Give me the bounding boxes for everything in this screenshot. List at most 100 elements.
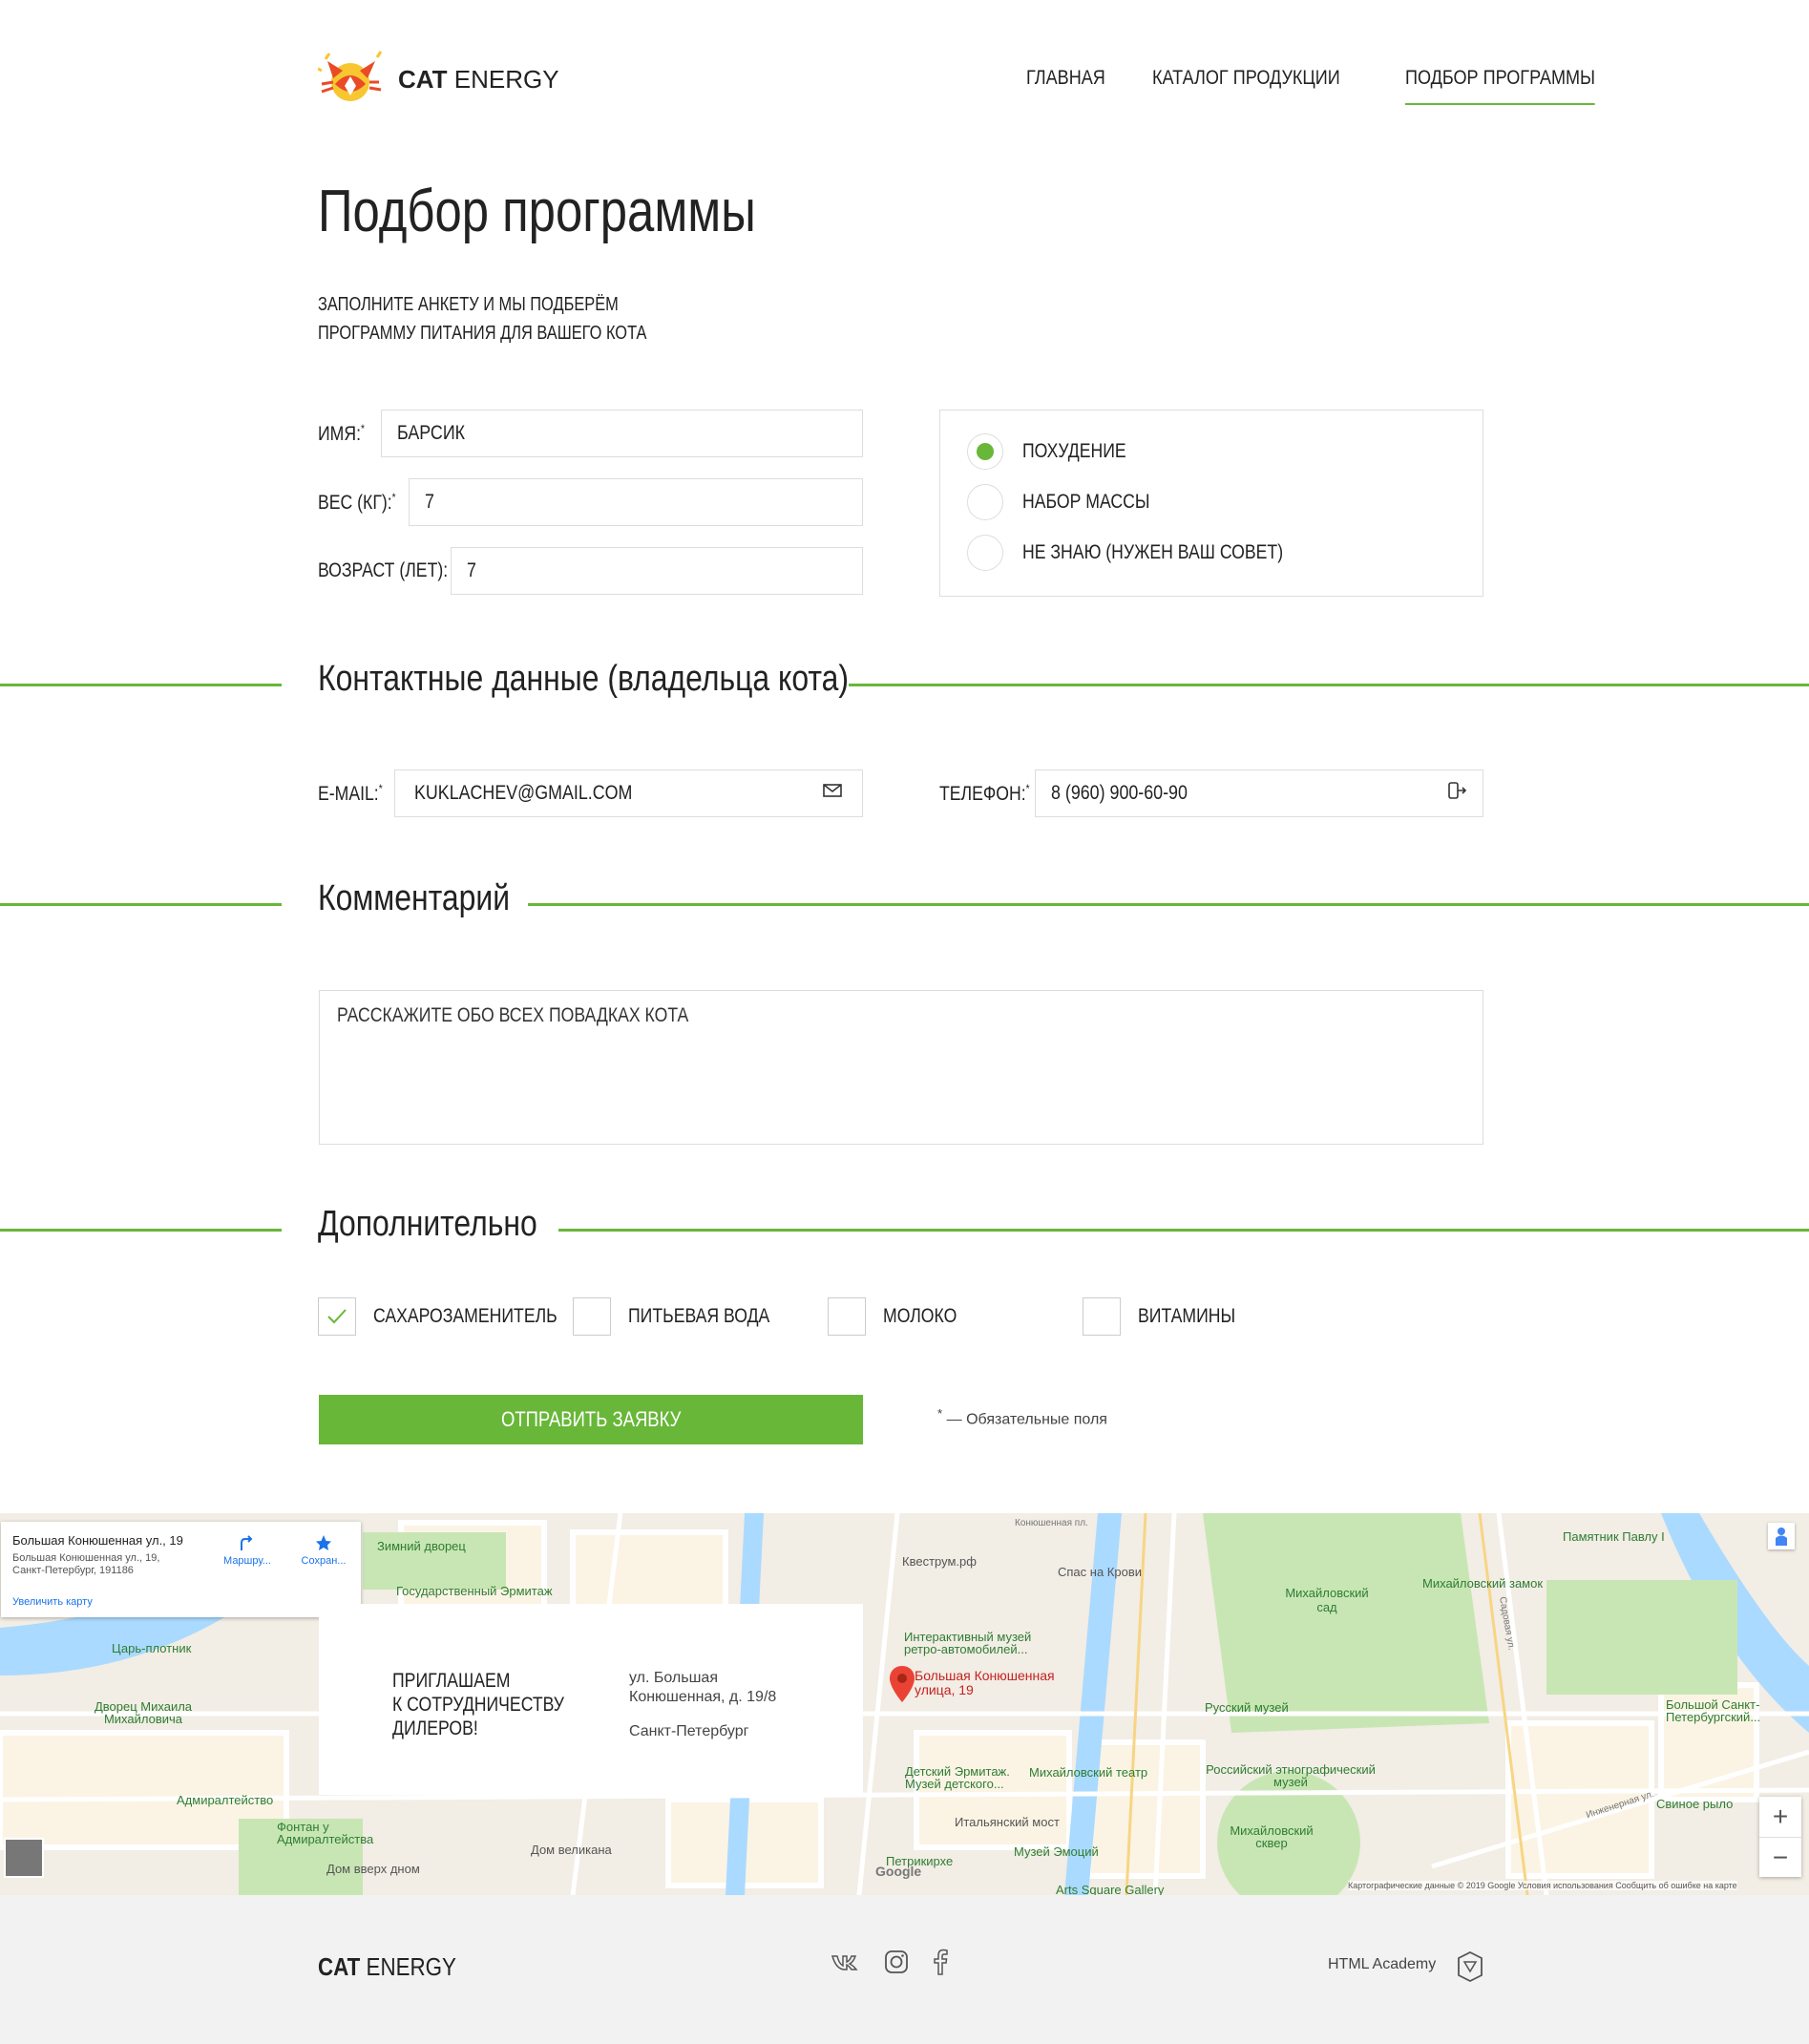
map-label: Интерактивный музей ретро-автомобилей... bbox=[904, 1630, 1032, 1656]
phone-label: Телефон:* bbox=[939, 782, 1030, 805]
name-label: Имя:* bbox=[318, 422, 365, 445]
contacts-title: Контактные данные (владельца кота) bbox=[318, 659, 850, 700]
map-label: Памятник Павлу I bbox=[1563, 1529, 1665, 1544]
route-button[interactable]: Маршру... bbox=[219, 1533, 276, 1567]
map-copyright: Картографические данные © 2019 Google Ус… bbox=[1348, 1881, 1737, 1890]
map-card-address: Большая Конюшенная ул., 19, Санкт-Петерб… bbox=[12, 1552, 160, 1576]
extra-option-sweetener[interactable]: Сахарозаменитель bbox=[318, 1297, 592, 1336]
section-divider bbox=[0, 903, 282, 906]
nav-program[interactable]: Подбор программы bbox=[1405, 67, 1596, 105]
phone-input[interactable]: 8 (960) 900-60-90 bbox=[1035, 769, 1483, 817]
map-label: Михайловский сквер bbox=[1230, 1823, 1314, 1850]
name-input[interactable]: Барсик bbox=[381, 410, 863, 457]
extra-label: Молоко bbox=[883, 1305, 957, 1327]
zoom-controls: + − bbox=[1759, 1797, 1801, 1877]
html-academy-icon[interactable] bbox=[1457, 1950, 1483, 1988]
map-label: Свиное рыло bbox=[1656, 1797, 1734, 1811]
nav-home[interactable]: Главная bbox=[1026, 67, 1105, 105]
page-title: Подбор программы bbox=[318, 179, 756, 244]
map-label: Детский Эрмитаж. Музей детского... bbox=[905, 1764, 1010, 1791]
weight-label: Вес (кг):* bbox=[318, 491, 396, 514]
radio-selected-dot bbox=[977, 443, 994, 460]
dealer-address: ул. Большая Конюшенная, д. 19/8 Санкт-Пе… bbox=[629, 1670, 777, 1739]
section-divider bbox=[848, 684, 1809, 686]
mail-icon bbox=[822, 780, 843, 807]
map-label: Российский этнографический музей bbox=[1206, 1762, 1376, 1789]
extras-title: Дополнительно bbox=[318, 1204, 537, 1245]
google-logo: Google bbox=[875, 1864, 922, 1879]
map-label: Дом великана bbox=[531, 1843, 612, 1857]
checkbox[interactable] bbox=[318, 1297, 356, 1336]
save-button[interactable]: Сохран... bbox=[295, 1533, 352, 1567]
enlarge-map-link[interactable]: Увеличить карту bbox=[12, 1596, 93, 1608]
goal-option-mass-gain[interactable]: Набор массы bbox=[967, 484, 1174, 520]
map-label: Дом вверх дном bbox=[326, 1862, 420, 1876]
map-label: Михайловский сад bbox=[1285, 1586, 1369, 1614]
radio-button[interactable] bbox=[967, 433, 1003, 470]
map-label: Михайловский театр bbox=[1029, 1765, 1148, 1780]
map-label: Государственный Эрмитаж bbox=[396, 1584, 553, 1598]
extra-option-water[interactable]: Питьевая вода bbox=[573, 1297, 797, 1336]
section-divider bbox=[0, 684, 282, 686]
check-icon bbox=[327, 1309, 347, 1324]
dealer-invite: Приглашаем к сотрудничеству дилеров! bbox=[392, 1670, 565, 1739]
map-label: Царь-плотник bbox=[112, 1641, 192, 1655]
map-label: Arts Square Gallery bbox=[1056, 1883, 1165, 1895]
goal-label: Не знаю (нужен ваш совет) bbox=[1022, 541, 1284, 563]
pin-label: Большая Конюшенная улица, 19 bbox=[915, 1668, 1055, 1697]
extra-label: Витамины bbox=[1138, 1305, 1236, 1327]
map-label: Русский музей bbox=[1205, 1700, 1289, 1715]
goal-label: Набор массы bbox=[1022, 491, 1150, 513]
extra-option-milk[interactable]: Молоко bbox=[828, 1297, 971, 1336]
email-input[interactable]: kuklachev@gmail.com bbox=[394, 769, 863, 817]
radio-button[interactable] bbox=[967, 535, 1003, 571]
map-pin-icon[interactable] bbox=[890, 1666, 915, 1707]
footer: CAT ENERGY HTML Academy bbox=[0, 1895, 1809, 2044]
section-divider bbox=[528, 903, 1809, 906]
extra-label: Питьевая вода bbox=[628, 1305, 770, 1327]
extra-option-vitamins[interactable]: Витамины bbox=[1083, 1297, 1254, 1336]
map-label: Дворец Михаила Михайловича bbox=[94, 1699, 193, 1726]
map-label: Большой Санкт-Петербургский... bbox=[1666, 1697, 1761, 1724]
comment-textarea[interactable]: Расскажите обо всех повадках кота bbox=[319, 990, 1483, 1145]
extra-label: Сахарозаменитель bbox=[373, 1305, 557, 1327]
section-divider bbox=[558, 1229, 1809, 1232]
social-links bbox=[831, 1949, 949, 1980]
goal-label: Похудение bbox=[1022, 440, 1126, 462]
required-note: * — Обязательные поля bbox=[937, 1406, 1107, 1428]
vk-icon[interactable] bbox=[831, 1950, 861, 1978]
zoom-in-button[interactable]: + bbox=[1759, 1797, 1801, 1838]
comment-placeholder: Расскажите обо всех повадках кота bbox=[337, 1004, 689, 1026]
goal-radio-group: Похудение Набор массы Не знаю (нужен ваш… bbox=[939, 410, 1483, 597]
weight-input[interactable]: 7 bbox=[409, 478, 863, 526]
map-label: Спас на Крови bbox=[1058, 1565, 1142, 1579]
comment-title: Комментарий bbox=[318, 878, 511, 919]
footer-logo[interactable]: CAT ENERGY bbox=[318, 1952, 456, 1982]
cat-logo-icon bbox=[317, 50, 387, 109]
nav-catalog[interactable]: Каталог продукции bbox=[1152, 67, 1340, 105]
map-card-title: Большая Конюшенная ул., 19 bbox=[12, 1533, 183, 1548]
instagram-icon[interactable] bbox=[884, 1949, 909, 1979]
submit-button[interactable]: Отправить заявку bbox=[319, 1395, 863, 1444]
map-label: Итальянский мост bbox=[955, 1815, 1060, 1829]
facebook-icon[interactable] bbox=[932, 1949, 949, 1980]
pegman-icon[interactable] bbox=[1768, 1523, 1795, 1549]
radio-button[interactable] bbox=[967, 484, 1003, 520]
checkbox[interactable] bbox=[1083, 1297, 1121, 1336]
map-label: Михайловский замок bbox=[1422, 1576, 1544, 1591]
intro-text: Заполните анкету и мы подберём программу… bbox=[318, 294, 647, 344]
map-label: Музей Эмоций bbox=[1014, 1844, 1099, 1859]
goal-option-weight-loss[interactable]: Похудение bbox=[967, 433, 1146, 470]
academy-link[interactable]: HTML Academy bbox=[1328, 1956, 1436, 1973]
checkbox[interactable] bbox=[573, 1297, 611, 1336]
checkbox[interactable] bbox=[828, 1297, 866, 1336]
age-label: Возраст (лет): bbox=[318, 559, 449, 581]
dealer-card: Приглашаем к сотрудничеству дилеров! ул.… bbox=[319, 1604, 863, 1795]
main-nav: Главная Каталог продукции Подбор програм… bbox=[1026, 67, 1627, 105]
site-logo[interactable]: CAT ENERGY bbox=[317, 50, 559, 109]
goal-option-need-advice[interactable]: Не знаю (нужен ваш совет) bbox=[967, 535, 1333, 571]
age-input[interactable]: 7 bbox=[451, 547, 863, 595]
zoom-out-button[interactable]: − bbox=[1759, 1838, 1801, 1877]
satellite-toggle[interactable] bbox=[4, 1838, 44, 1878]
map-info-card: Большая Конюшенная ул., 19 Большая Конюш… bbox=[1, 1522, 361, 1617]
